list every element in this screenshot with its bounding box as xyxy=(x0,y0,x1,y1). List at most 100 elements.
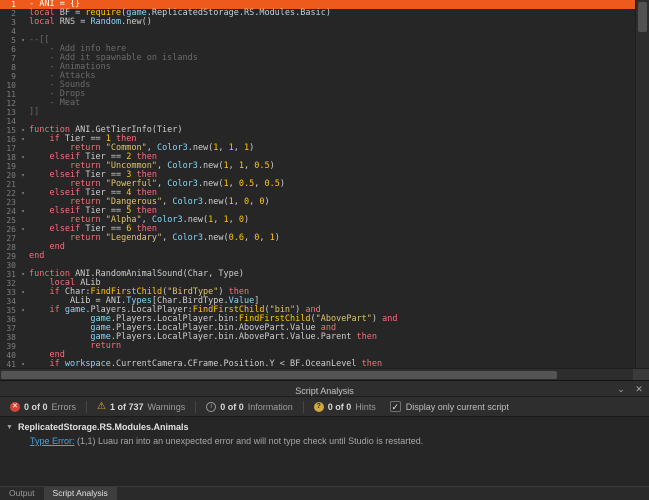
fold-arrow-icon[interactable]: ▾ xyxy=(17,360,29,368)
code-line-3[interactable]: 3local RNS = Random.new() xyxy=(0,18,635,27)
fold-gutter xyxy=(17,27,29,36)
toolbar-separator xyxy=(195,401,196,413)
line-number: 9 xyxy=(0,72,17,81)
line-number: 41 xyxy=(0,360,17,368)
script-editor[interactable]: 1- ANI = {}2local BF = require(game.Repl… xyxy=(0,0,649,380)
horizontal-scrollbar-thumb[interactable] xyxy=(1,371,557,379)
script-analysis-header[interactable]: Script Analysis ⌄ ✕ xyxy=(0,381,649,397)
line-number: 26 xyxy=(0,225,17,234)
script-path: ReplicatedStorage.RS.Modules.Animals xyxy=(18,422,189,432)
fold-gutter xyxy=(17,117,29,126)
code-line-11[interactable]: 11 - Drops xyxy=(0,90,635,99)
errors-filter-button[interactable]: ✕ 0 of 0 Errors xyxy=(6,402,80,412)
line-number: 29 xyxy=(0,252,17,261)
code-line-39[interactable]: 39 return xyxy=(0,342,635,351)
scrollbar-corner xyxy=(633,368,649,380)
fold-gutter xyxy=(17,108,29,117)
line-number: 25 xyxy=(0,216,17,225)
fold-arrow-icon[interactable]: ▾ xyxy=(17,153,29,162)
warnings-filter-button[interactable]: ⚠ 1 of 737 Warnings xyxy=(93,402,189,412)
close-panel-icon[interactable]: ✕ xyxy=(633,382,645,396)
fold-gutter xyxy=(17,351,29,360)
display-only-current-script-toggle[interactable]: ✓ Display only current script xyxy=(390,401,509,412)
fold-arrow-icon[interactable]: ▾ xyxy=(17,207,29,216)
line-number: 7 xyxy=(0,54,17,63)
code-line-27[interactable]: 27 return "Legendary", Color3.new(0.6, 0… xyxy=(0,234,635,243)
script-analysis-results: ▼ ReplicatedStorage.RS.Modules.Animals T… xyxy=(0,417,649,485)
code-line-10[interactable]: 10 - Sounds xyxy=(0,81,635,90)
information-filter-button[interactable]: i 0 of 0 Information xyxy=(202,402,297,412)
fold-gutter xyxy=(17,45,29,54)
roblox-studio-window: 1- ANI = {}2local BF = require(game.Repl… xyxy=(0,0,649,500)
code-line-12[interactable]: 12 - Meat xyxy=(0,99,635,108)
code-line-41[interactable]: 41▾ if workspace.CurrentCamera.CFrame.Po… xyxy=(0,360,635,368)
fold-arrow-icon[interactable]: ▾ xyxy=(17,126,29,135)
line-number: 6 xyxy=(0,45,17,54)
statusbar-tabs: OutputScript Analysis xyxy=(0,487,117,500)
information-label: Information xyxy=(248,402,293,412)
line-number: 24 xyxy=(0,207,17,216)
tab-output[interactable]: Output xyxy=(0,487,44,500)
fold-gutter xyxy=(17,54,29,63)
display-only-current-script-label: Display only current script xyxy=(406,402,509,412)
tree-expand-icon[interactable]: ▼ xyxy=(6,424,18,431)
fold-arrow-icon[interactable]: ▾ xyxy=(17,270,29,279)
warnings-label: Warnings xyxy=(148,402,186,412)
line-number: 15 xyxy=(0,126,17,135)
hints-label: Hints xyxy=(355,402,376,412)
dock-options-icon[interactable]: ⌄ xyxy=(615,382,627,396)
fold-arrow-icon[interactable]: ▾ xyxy=(17,36,29,45)
code-text: return "Legendary", Color3.new(0.6, 0, 1… xyxy=(29,234,280,243)
analysis-message-row[interactable]: Type Error: (1,1) Luau ran into an unexp… xyxy=(0,434,649,448)
line-number: 27 xyxy=(0,234,17,243)
code-line-4[interactable]: 4 xyxy=(0,27,635,36)
editor-vertical-scrollbar[interactable] xyxy=(635,0,649,368)
line-number: 1 xyxy=(0,0,17,9)
fold-gutter xyxy=(17,297,29,306)
type-error-message: (1,1) Luau ran into an unexpected error … xyxy=(75,436,424,446)
fold-arrow-icon[interactable]: ▾ xyxy=(17,171,29,180)
fold-gutter xyxy=(17,9,29,18)
code-line-29[interactable]: 29end xyxy=(0,252,635,261)
script-tree-item[interactable]: ▼ ReplicatedStorage.RS.Modules.Animals xyxy=(0,420,649,434)
display-only-current-script-checkbox[interactable]: ✓ xyxy=(390,401,401,412)
fold-arrow-icon[interactable]: ▾ xyxy=(17,189,29,198)
fold-arrow-icon[interactable]: ▾ xyxy=(17,135,29,144)
line-number: 23 xyxy=(0,198,17,207)
editor-horizontal-scrollbar[interactable] xyxy=(0,368,633,380)
fold-gutter xyxy=(17,198,29,207)
toolbar-separator xyxy=(303,401,304,413)
code-text: if workspace.CurrentCamera.CFrame.Positi… xyxy=(29,360,382,368)
code-line-9[interactable]: 9 - Attacks xyxy=(0,72,635,81)
fold-gutter xyxy=(17,72,29,81)
fold-arrow-icon[interactable]: ▾ xyxy=(17,306,29,315)
tab-script-analysis[interactable]: Script Analysis xyxy=(44,487,117,500)
fold-arrow-icon[interactable]: ▾ xyxy=(17,225,29,234)
hints-count: 0 of 0 xyxy=(328,402,352,412)
code-line-13[interactable]: 13]] xyxy=(0,108,635,117)
line-number: 35 xyxy=(0,306,17,315)
line-number: 34 xyxy=(0,297,17,306)
fold-gutter xyxy=(17,0,29,9)
errors-count: 0 of 0 xyxy=(24,402,48,412)
line-number: 2 xyxy=(0,9,17,18)
hints-filter-button[interactable]: ? 0 of 0 Hints xyxy=(310,402,380,412)
line-number: 3 xyxy=(0,18,17,27)
line-number: 30 xyxy=(0,261,17,270)
fold-gutter xyxy=(17,81,29,90)
line-number: 28 xyxy=(0,243,17,252)
fold-gutter xyxy=(17,324,29,333)
errors-label: Errors xyxy=(52,402,77,412)
line-number: 37 xyxy=(0,324,17,333)
information-count: 0 of 0 xyxy=(220,402,244,412)
code-lines[interactable]: 1- ANI = {}2local BF = require(game.Repl… xyxy=(0,0,635,368)
warning-icon: ⚠ xyxy=(97,402,106,412)
fold-gutter xyxy=(17,279,29,288)
fold-gutter xyxy=(17,342,29,351)
fold-gutter xyxy=(17,216,29,225)
fold-gutter xyxy=(17,63,29,72)
vertical-scrollbar-thumb[interactable] xyxy=(638,2,647,32)
fold-arrow-icon[interactable]: ▾ xyxy=(17,288,29,297)
type-error-link[interactable]: Type Error: xyxy=(30,436,75,446)
code-line-28[interactable]: 28 end xyxy=(0,243,635,252)
